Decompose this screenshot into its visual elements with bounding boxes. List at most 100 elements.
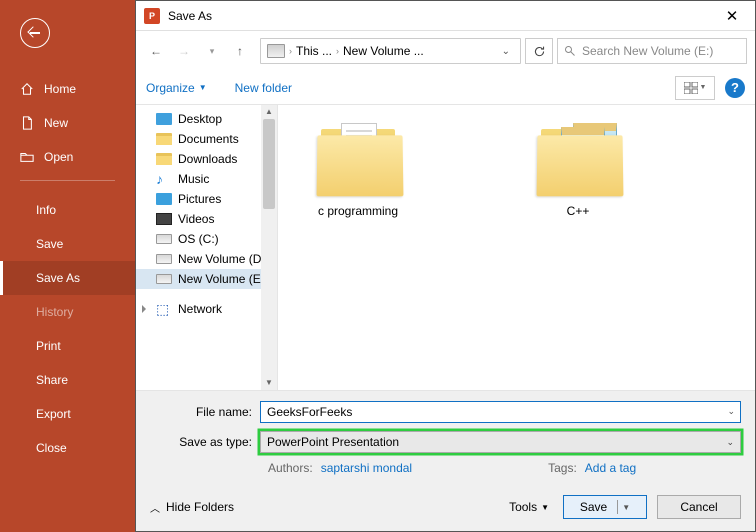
tree-label: Music: [178, 172, 209, 186]
nav-new[interactable]: New: [0, 106, 135, 140]
nav-save-as[interactable]: Save As: [0, 261, 135, 295]
save-as-type-label: Save as type:: [150, 435, 260, 449]
powerpoint-icon: P: [144, 8, 160, 24]
tree-network[interactable]: ⬚ Network: [136, 299, 277, 319]
save-as-dialog: P Save As ✕ ← → ▾ ↑ › This ... › New Vol…: [135, 0, 756, 532]
tree-desktop[interactable]: Desktop: [136, 109, 277, 129]
refresh-button[interactable]: [525, 38, 553, 64]
cancel-button[interactable]: Cancel: [657, 495, 741, 519]
nav-export[interactable]: Export: [0, 397, 135, 431]
chevron-down-icon[interactable]: ⌄: [498, 46, 514, 57]
drive-icon: [156, 274, 172, 284]
folder-icon: [533, 121, 623, 196]
hide-folders-label: Hide Folders: [166, 500, 234, 514]
tags-value[interactable]: Add a tag: [585, 461, 636, 475]
nav-label: New: [44, 116, 68, 130]
chevron-down-icon: ▼: [700, 84, 707, 91]
nav-history[interactable]: History: [0, 295, 135, 329]
nav-save[interactable]: Save: [0, 227, 135, 261]
search-input[interactable]: Search New Volume (E:): [557, 38, 747, 64]
desktop-icon: [156, 113, 172, 125]
folder-content[interactable]: c programming C++: [278, 105, 755, 390]
nav-up-button[interactable]: ↑: [228, 39, 252, 63]
save-button[interactable]: Save ▼: [563, 495, 647, 519]
tree-label: Pictures: [178, 192, 221, 206]
view-icon: [684, 82, 698, 94]
tree-label: Documents: [178, 132, 239, 146]
tree-os-c[interactable]: OS (C:): [136, 229, 277, 249]
scroll-down-icon[interactable]: ▼: [261, 376, 277, 390]
music-icon: ♪: [156, 173, 172, 185]
folder-icon: [156, 153, 172, 165]
help-button[interactable]: ?: [725, 78, 745, 98]
hide-folders-button[interactable]: ︿ Hide Folders: [150, 500, 234, 515]
breadcrumb-segment[interactable]: New Volume ...: [343, 44, 424, 58]
scroll-thumb[interactable]: [263, 119, 275, 209]
home-icon: [20, 82, 34, 96]
filename-label: File name:: [150, 405, 260, 419]
breadcrumb[interactable]: › This ... › New Volume ... ⌄: [260, 38, 521, 64]
tree-music[interactable]: ♪ Music: [136, 169, 277, 189]
tree-label: New Volume (D:): [178, 252, 269, 266]
folder-icon: [313, 121, 403, 196]
back-icon[interactable]: [20, 18, 50, 48]
new-folder-button[interactable]: New folder: [235, 81, 292, 95]
tree-videos[interactable]: Videos: [136, 209, 277, 229]
tree-downloads[interactable]: Downloads: [136, 149, 277, 169]
chevron-up-icon: ︿: [150, 500, 160, 515]
bottom-panel: File name: ⌄ Save as type: PowerPoint Pr…: [136, 390, 755, 531]
nav-recent-dropdown[interactable]: ▾: [200, 39, 224, 63]
chevron-right-icon: ›: [289, 46, 292, 56]
tree-label: Network: [178, 302, 222, 316]
nav-label: Home: [44, 82, 76, 96]
nav-home[interactable]: Home: [0, 72, 135, 106]
type-value: PowerPoint Presentation: [267, 435, 399, 449]
tree-label: OS (C:): [178, 232, 219, 246]
tree-documents[interactable]: Documents: [136, 129, 277, 149]
nav-open[interactable]: Open: [0, 140, 135, 174]
nav-share[interactable]: Share: [0, 363, 135, 397]
tree-volume-d[interactable]: New Volume (D:): [136, 249, 277, 269]
chevron-down-icon: ⌄: [726, 437, 734, 448]
chevron-down-icon: ▼: [541, 503, 549, 512]
pictures-icon: [156, 193, 172, 205]
folder-label: c programming: [318, 204, 398, 218]
save-as-type-select[interactable]: PowerPoint Presentation ⌄: [260, 431, 741, 453]
tree-volume-e[interactable]: New Volume (E:): [136, 269, 277, 289]
tools-button[interactable]: Tools ▼: [509, 500, 549, 514]
nav-info[interactable]: Info: [0, 193, 135, 227]
tree-pictures[interactable]: Pictures: [136, 189, 277, 209]
network-icon: ⬚: [156, 303, 172, 315]
authors-label: Authors:: [268, 461, 313, 475]
folder-icon: [156, 133, 172, 145]
chevron-down-icon[interactable]: ⌄: [727, 406, 735, 417]
search-placeholder: Search New Volume (E:): [582, 44, 713, 58]
nav-close[interactable]: Close: [0, 431, 135, 465]
tree-label: Downloads: [178, 152, 237, 166]
scroll-up-icon[interactable]: ▲: [261, 105, 277, 119]
tree-label: Desktop: [178, 112, 222, 126]
tree-scrollbar[interactable]: ▲ ▼: [261, 105, 277, 390]
chevron-right-icon: [142, 305, 146, 313]
toolbar: Organize ▼ New folder ▼ ?: [136, 71, 755, 105]
chevron-right-icon: ›: [336, 46, 339, 56]
nav-print[interactable]: Print: [0, 329, 135, 363]
authors-value[interactable]: saptarshi mondal: [321, 461, 412, 475]
drive-icon: [156, 254, 172, 264]
nav-forward-button[interactable]: →: [172, 39, 196, 63]
view-mode-button[interactable]: ▼: [675, 76, 715, 100]
breadcrumb-segment[interactable]: This ...: [296, 44, 332, 58]
folder-cpp[interactable]: C++: [518, 121, 638, 374]
filename-input[interactable]: [260, 401, 741, 423]
folder-tree[interactable]: Desktop Documents Downloads ♪ Music Pictu…: [136, 105, 278, 390]
refresh-icon: [533, 45, 546, 58]
organize-button[interactable]: Organize ▼: [146, 81, 207, 95]
nav-label: Open: [44, 150, 73, 164]
close-button[interactable]: ✕: [717, 7, 747, 25]
body: Desktop Documents Downloads ♪ Music Pictu…: [136, 105, 755, 390]
folder-c-programming[interactable]: c programming: [298, 121, 418, 374]
tools-label: Tools: [509, 500, 537, 514]
chevron-down-icon: ▼: [199, 83, 207, 92]
tree-label: Videos: [178, 212, 214, 226]
nav-back-button[interactable]: ←: [144, 39, 168, 63]
